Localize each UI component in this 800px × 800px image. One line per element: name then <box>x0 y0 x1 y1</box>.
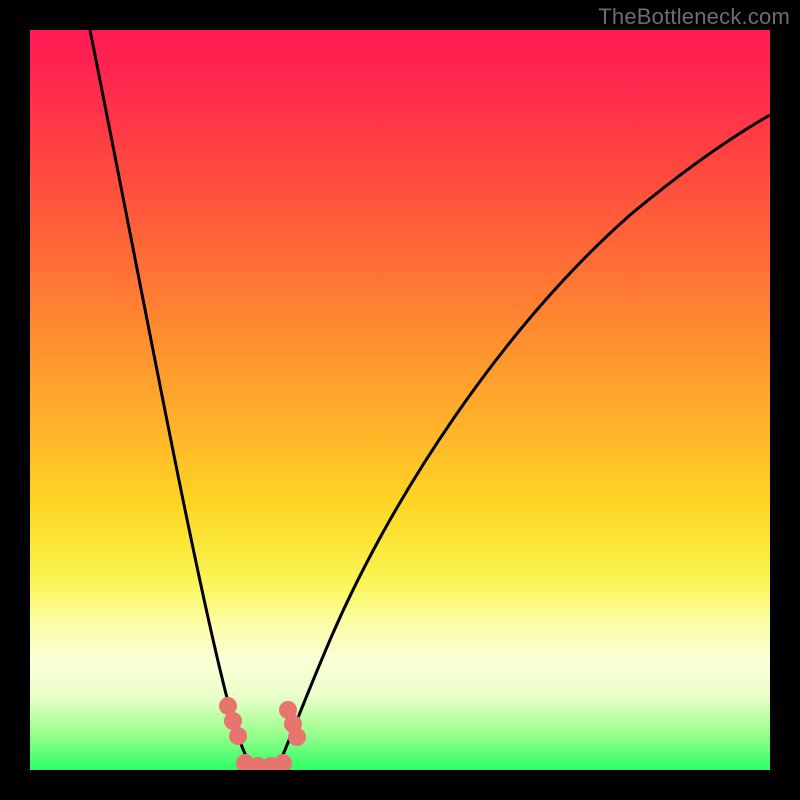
bead-left-3 <box>229 727 247 745</box>
bottleneck-curve <box>30 30 770 770</box>
watermark-text: TheBottleneck.com <box>598 4 790 30</box>
curve-left-branch <box>90 30 252 766</box>
bead-bottom-4 <box>274 754 292 770</box>
curve-right-branch <box>278 115 770 766</box>
chart-frame <box>30 30 770 770</box>
bead-right-3 <box>288 728 306 746</box>
